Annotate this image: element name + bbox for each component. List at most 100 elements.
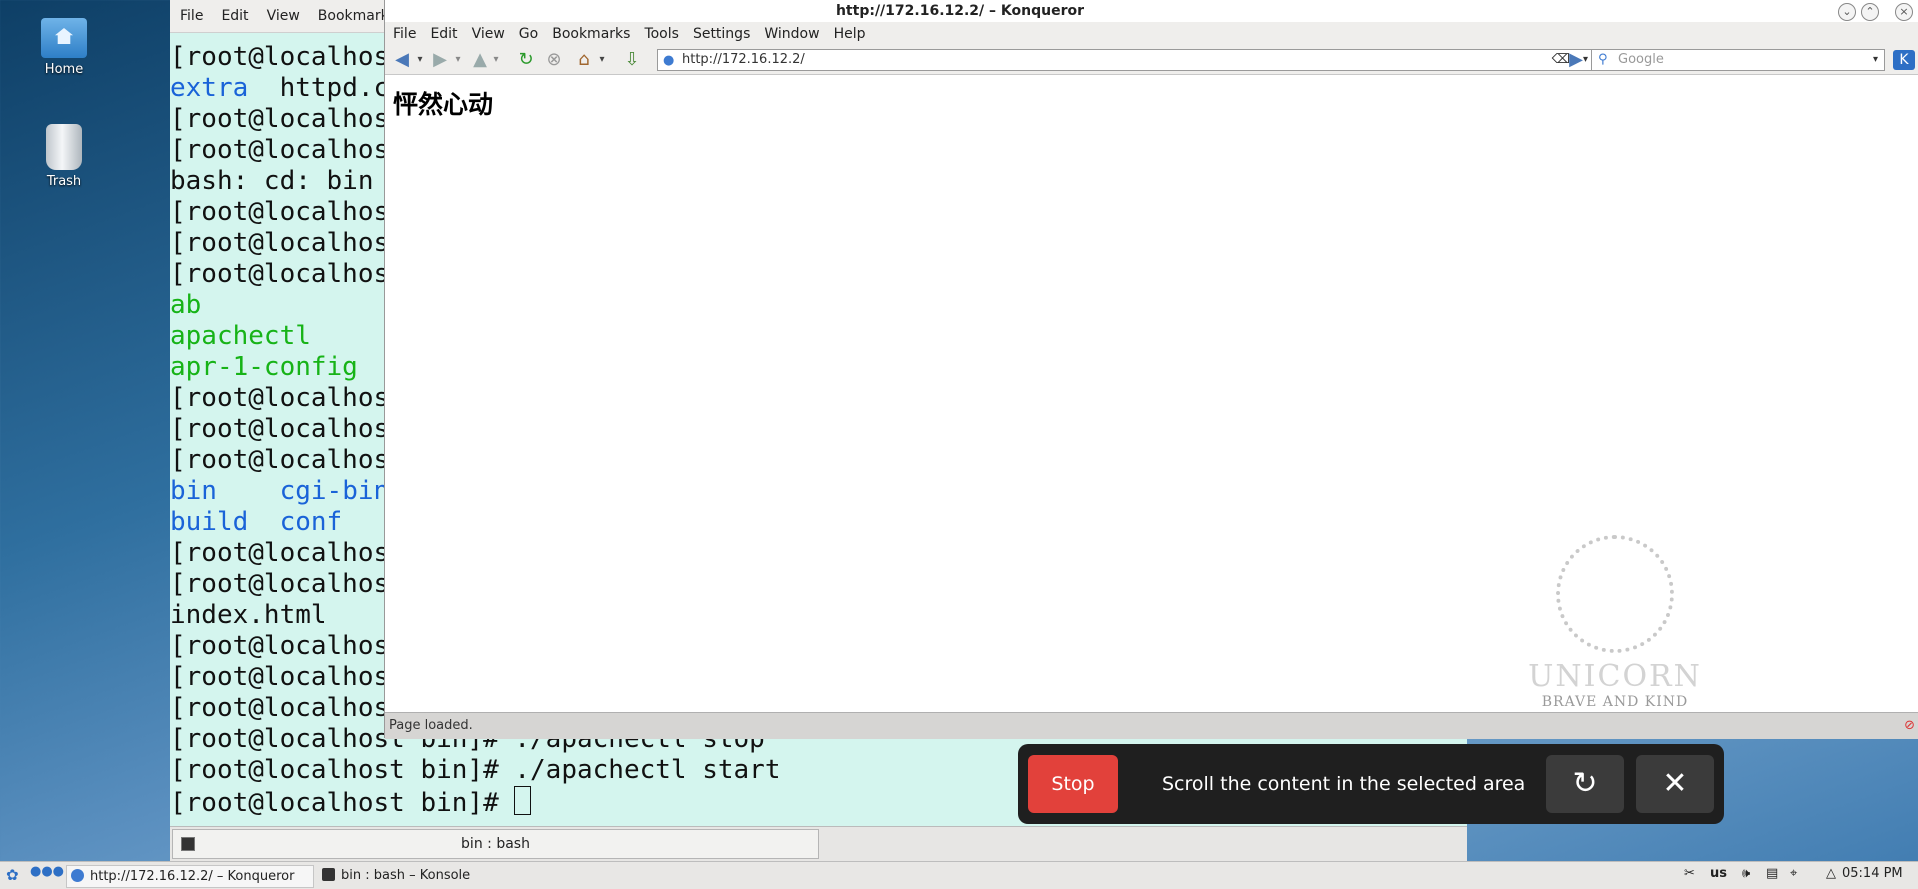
- globe-icon: ●: [663, 53, 675, 68]
- terminal-text: cgi-bin: [279, 476, 390, 506]
- page-heading: 怦然心动: [393, 90, 494, 119]
- terminal-text: [root@localhost bin]#: [170, 788, 515, 818]
- app-launcher-icon[interactable]: ✿: [6, 866, 19, 884]
- terminal-cursor: [514, 786, 532, 815]
- terminal-text: ab: [170, 290, 202, 320]
- close-button[interactable]: ×: [1895, 3, 1913, 21]
- terminal-line: [root@localhost bin]#: [170, 786, 780, 819]
- terminal-text: [root@localhos: [170, 693, 390, 723]
- maximize-button[interactable]: ⌃: [1861, 3, 1879, 21]
- search-engine-icon: ⚲: [1598, 52, 1608, 67]
- terminal-text: [root@localhos: [170, 197, 390, 227]
- terminal-text: [root@localhos: [170, 662, 390, 692]
- terminal-text: index.html: [170, 600, 327, 630]
- menu-file[interactable]: File: [393, 26, 416, 42]
- task-konqueror[interactable]: http://172.16.12.2/ – Konqueror: [66, 865, 314, 888]
- konqueror-toolbar: ◀ ▾ ▶ ▾ ▲ ▾ ↻ ⊗ ⌂ ▾ ⇩ ● http://172.16.12…: [385, 46, 1918, 75]
- desktop-icon-trash[interactable]: Trash: [18, 124, 110, 189]
- konsole-tab-label: bin : bash: [461, 836, 530, 852]
- taskbar: ✿ ●●● http://172.16.12.2/ – Konqueror bi…: [0, 861, 1918, 889]
- stop-button[interactable]: Stop: [1028, 755, 1118, 813]
- menu-settings[interactable]: Settings: [693, 26, 750, 42]
- task-label: bin : bash – Konsole: [341, 868, 471, 883]
- back-history-dropdown[interactable]: ▾: [409, 50, 431, 70]
- terminal-text: [root@localhos: [170, 383, 390, 413]
- konqueror-icon: [71, 869, 84, 882]
- menu-view[interactable]: View: [472, 26, 505, 42]
- status-bar: Page loaded. ⊘: [385, 712, 1918, 739]
- terminal-text: bin: [170, 476, 217, 506]
- laurel-wreath-icon: [1556, 535, 1674, 653]
- konsole-tab[interactable]: bin : bash: [172, 829, 819, 859]
- terminal-line: [root@localhost bin]# ./apachectl start: [170, 755, 780, 786]
- window-title: http://172.16.12.2/ – Konqueror: [835, 3, 1085, 19]
- task-konsole[interactable]: bin : bash – Konsole: [318, 865, 564, 886]
- search-bar[interactable]: ⚲ Google ▾: [1591, 49, 1885, 71]
- menu-bookmarks[interactable]: Bookmarks: [552, 26, 630, 42]
- desktop-icon-label: Trash: [46, 174, 82, 189]
- konqueror-menubar: File Edit View Go Bookmarks Tools Settin…: [385, 22, 1918, 46]
- stop-icon[interactable]: ⊗: [543, 50, 565, 70]
- terminal-text: [root@localhos: [170, 104, 390, 134]
- clock[interactable]: 05:14 PM: [1842, 866, 1903, 881]
- unicorn-emblem: UNICORN BRAVE AND KIND: [1515, 535, 1715, 710]
- terminal-text: extra: [170, 73, 249, 103]
- url-bar[interactable]: ● http://172.16.12.2/ ⌫ ▾: [657, 49, 1595, 71]
- terminal-text: build: [170, 507, 249, 537]
- forward-history-dropdown[interactable]: ▾: [447, 50, 469, 70]
- reload-icon[interactable]: ↻: [515, 50, 537, 70]
- scroll-helper-bar: Stop Scroll the content in the selected …: [1018, 744, 1724, 824]
- download-icon[interactable]: ⇩: [621, 50, 643, 70]
- emblem-motto: BRAVE AND KIND: [1541, 694, 1689, 710]
- konsole-tabbar: bin : bash: [170, 826, 1467, 861]
- terminal-text: apr-1-config: [170, 352, 358, 382]
- up-history-dropdown[interactable]: ▾: [485, 50, 507, 70]
- terminal-text: [root@localhos: [170, 631, 390, 661]
- home-dropdown[interactable]: ▾: [591, 50, 613, 70]
- terminal-text: conf: [279, 507, 343, 537]
- scroll-instruction: Scroll the content in the selected area: [1162, 773, 1526, 795]
- minimize-button[interactable]: ⌄: [1838, 3, 1856, 21]
- volume-icon[interactable]: 🕪: [1742, 866, 1750, 881]
- go-arrow-icon[interactable]: ▶: [1565, 50, 1587, 70]
- terminal-icon: [181, 837, 195, 851]
- terminal-text: bash: cd: bin: [170, 166, 374, 196]
- menu-go[interactable]: Go: [519, 26, 538, 42]
- kde-logo-icon[interactable]: K: [1893, 50, 1915, 70]
- network-icon[interactable]: ⌖: [1790, 866, 1797, 881]
- desktop-icon-label: Home: [44, 62, 84, 77]
- status-text: Page loaded.: [389, 718, 473, 733]
- klipper-icon[interactable]: ✂: [1684, 866, 1695, 881]
- menu-help[interactable]: Help: [834, 26, 866, 42]
- terminal-text: apachectl: [170, 321, 311, 351]
- menu-edit[interactable]: Edit: [430, 26, 457, 42]
- device-notifier-icon[interactable]: ▤: [1766, 866, 1778, 881]
- terminal-text: [root@localhos: [170, 445, 390, 475]
- menu-window[interactable]: Window: [764, 26, 819, 42]
- search-dropdown[interactable]: ▾: [1873, 50, 1878, 70]
- restart-icon[interactable]: ↻: [1546, 755, 1624, 813]
- task-label: http://172.16.12.2/ – Konqueror: [90, 869, 295, 884]
- activities-icon[interactable]: ●●●: [30, 864, 64, 879]
- konqueror-window: http://172.16.12.2/ – Konqueror ⌄ ⌃ × Fi…: [384, 0, 1918, 739]
- terminal-text: [root@localhos: [170, 42, 390, 72]
- terminal-text: [root@localhos: [170, 414, 390, 444]
- keyboard-layout[interactable]: us: [1710, 866, 1727, 881]
- security-off-icon: ⊘: [1904, 718, 1915, 733]
- terminal-text: [root@localhos: [170, 569, 390, 599]
- page-content[interactable]: 怦然心动 UNICORN BRAVE AND KIND: [385, 75, 1918, 712]
- emblem-name: UNICORN: [1528, 659, 1702, 694]
- home-folder-icon: [41, 18, 87, 58]
- trash-icon: [46, 124, 82, 170]
- show-hidden-icon[interactable]: △: [1826, 866, 1836, 881]
- close-icon[interactable]: ✕: [1636, 755, 1714, 813]
- menu-tools[interactable]: Tools: [644, 26, 679, 42]
- terminal-text: [root@localhos: [170, 228, 390, 258]
- terminal-text: [root@localhos: [170, 135, 390, 165]
- desktop-icon-home[interactable]: Home: [18, 18, 110, 77]
- terminal-text: [root@localhost bin]# ./apachectl start: [170, 755, 781, 785]
- terminal-text: [root@localhos: [170, 538, 390, 568]
- url-text: http://172.16.12.2/: [682, 52, 805, 67]
